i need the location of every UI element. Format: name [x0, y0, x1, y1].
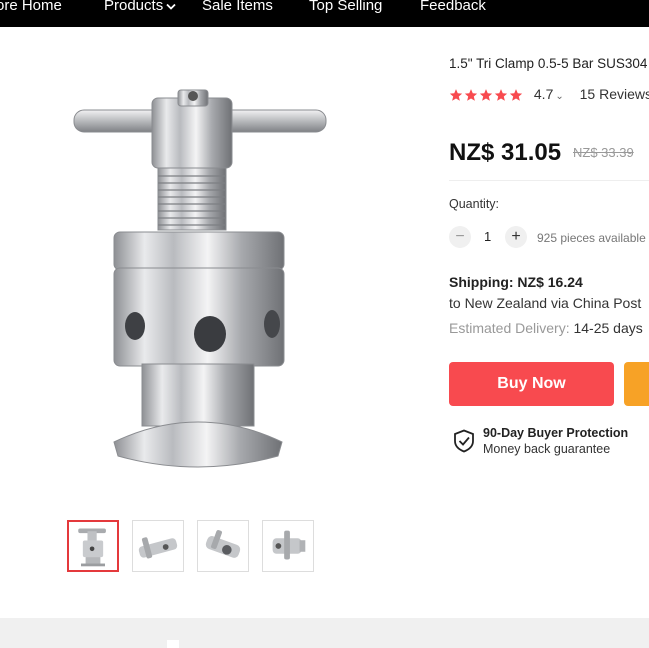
thumbnail-2[interactable]: [132, 520, 184, 572]
rating-stars: [449, 88, 524, 105]
original-price: NZ$ 33.39: [573, 145, 634, 160]
estimated-delivery-days: 14-25 days: [573, 320, 643, 336]
product-title: 1.5" Tri Clamp 0.5-5 Bar SUS304: [449, 56, 648, 71]
buyer-protection-subtitle: Money back guarantee: [483, 442, 611, 456]
divider: [449, 180, 649, 181]
star-icon: [479, 89, 493, 101]
nav-sale-items[interactable]: Sale Items: [202, 0, 273, 16]
nav-store-home[interactable]: ore Home: [0, 0, 62, 16]
price: NZ$ 31.05: [449, 139, 562, 166]
buy-now-button[interactable]: Buy Now: [449, 362, 614, 406]
chevron-down-icon[interactable]: ⌄: [555, 91, 563, 102]
nav-top-selling[interactable]: Top Selling: [309, 0, 382, 16]
add-to-cart-button[interactable]: [624, 362, 649, 406]
quantity-value[interactable]: 1: [484, 229, 491, 244]
buyer-protection-title: 90-Day Buyer Protection: [483, 426, 629, 440]
quantity-label: Quantity:: [449, 197, 500, 211]
top-nav: ore Home Products Sale Items Top Selling…: [0, 0, 649, 27]
quantity-minus-button[interactable]: −: [449, 226, 471, 248]
rating-row: 4.7 ⌄ 15 Reviews: [449, 86, 649, 105]
shipping-cost: Shipping: NZ$ 16.24: [449, 274, 583, 290]
reviews-link[interactable]: 15 Reviews: [580, 86, 649, 102]
thumbnail-1[interactable]: [67, 520, 119, 572]
star-icon: [509, 89, 523, 101]
shipping-route[interactable]: to New Zealand via China Post: [449, 295, 641, 311]
nav-products-label: Products: [104, 0, 164, 14]
stock-available: 925 pieces available: [537, 231, 646, 245]
estimated-delivery: Estimated Delivery: 14-25 days: [449, 320, 643, 336]
bottom-section: [0, 618, 649, 648]
nav-feedback[interactable]: Feedback: [420, 0, 486, 16]
chevron-down-icon: [166, 0, 176, 16]
rating-value[interactable]: 4.7: [534, 86, 553, 102]
thumbnail-3[interactable]: [197, 520, 249, 572]
star-icon: [464, 89, 478, 101]
nav-products[interactable]: Products: [104, 0, 176, 16]
estimated-delivery-label: Estimated Delivery:: [449, 320, 574, 336]
bottom-section-gap: [167, 640, 179, 648]
star-icon: [494, 89, 508, 101]
shield-check-icon: [454, 429, 474, 453]
quantity-plus-button[interactable]: +: [505, 226, 527, 248]
product-main-image[interactable]: [62, 72, 352, 482]
thumbnail-4[interactable]: [262, 520, 314, 572]
star-icon: [449, 89, 463, 101]
